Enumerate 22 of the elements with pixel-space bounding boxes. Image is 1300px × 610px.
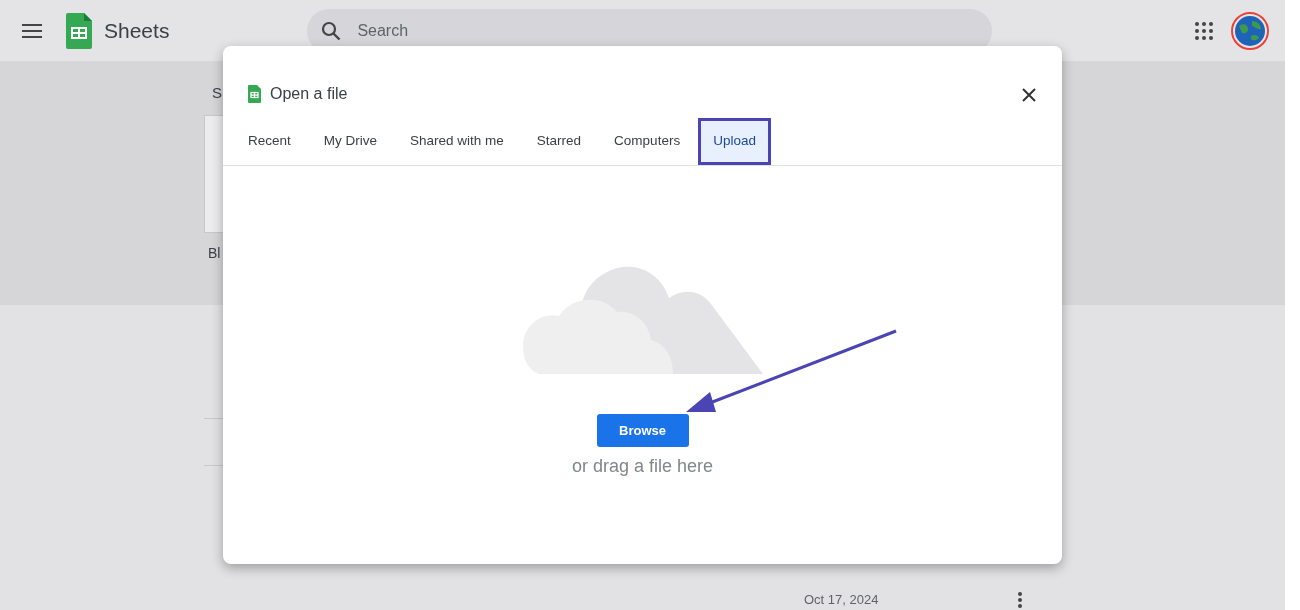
menu-icon[interactable] [22, 23, 42, 38]
file-date: Oct 17, 2024 [804, 591, 879, 609]
close-icon [1022, 87, 1036, 102]
section-heading: S [212, 83, 222, 103]
tab[interactable]: Shared with me [395, 118, 519, 165]
file-name: Bl [208, 244, 222, 263]
avatar[interactable] [1231, 11, 1269, 50]
spreadsheet-icon [248, 85, 261, 103]
app-title: Sheets [104, 17, 170, 44]
tab[interactable]: Starred [521, 118, 597, 165]
search-field[interactable]: Search [355, 17, 993, 44]
apps-grid-icon[interactable] [1195, 21, 1213, 40]
search-icon [321, 20, 342, 41]
tab[interactable]: Recent [233, 118, 306, 165]
spreadsheet-icon [66, 12, 92, 49]
tab[interactable]: Computers [599, 118, 696, 165]
tab[interactable]: Upload [698, 118, 771, 165]
browse-button[interactable]: Browse [596, 414, 689, 447]
more-options-icon[interactable] [1018, 591, 1023, 608]
dialog-title: Open a file [270, 84, 348, 104]
tab[interactable]: My Drive [308, 118, 393, 165]
drop-hint: or drag a file here [571, 455, 714, 478]
